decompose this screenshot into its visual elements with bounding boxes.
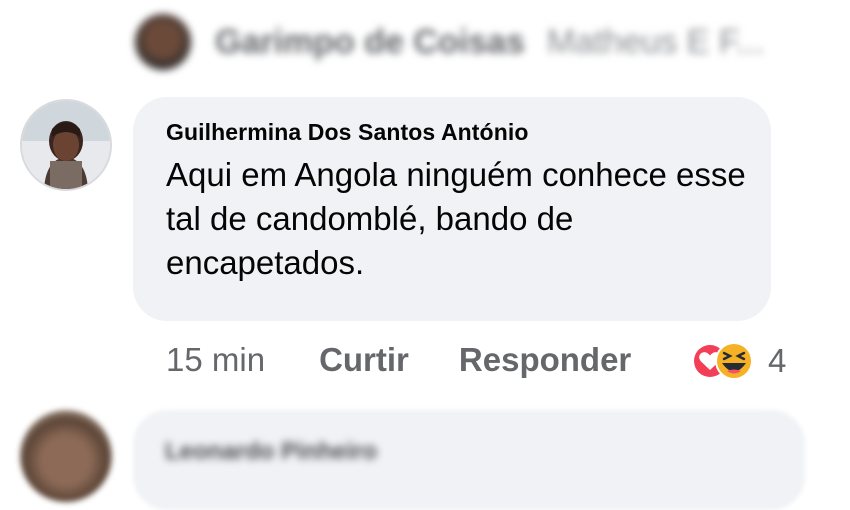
- like-button[interactable]: Curtir: [319, 341, 409, 379]
- reply-button[interactable]: Responder: [459, 341, 631, 379]
- previous-comment-avatar[interactable]: [135, 14, 191, 70]
- reaction-icons: [692, 342, 753, 380]
- previous-comment-row: Garimpo de Coisas Matheus E F...: [135, 10, 764, 74]
- next-comment-author[interactable]: Leonardo Pinheiro: [165, 438, 377, 466]
- comment-text: Aqui em Angola ninguém conhece esse tal …: [166, 156, 746, 281]
- comment-timestamp[interactable]: 15 min: [166, 341, 265, 379]
- previous-comment-author[interactable]: Garimpo de Coisas: [215, 23, 525, 62]
- haha-reaction-icon: [715, 342, 753, 380]
- comment-bubble: Guilhermina Dos Santos António Aqui em A…: [133, 97, 771, 321]
- commenter-avatar[interactable]: [20, 99, 112, 191]
- reactions-summary[interactable]: 4: [690, 340, 786, 382]
- reaction-count: 4: [768, 342, 787, 379]
- previous-comment-reply-to: Matheus E F...: [546, 22, 765, 61]
- avatar-photo: [22, 101, 110, 189]
- next-comment-avatar[interactable]: [20, 410, 112, 502]
- comment-author[interactable]: Guilhermina Dos Santos António: [166, 117, 737, 147]
- comment-actions: 15 min Curtir Responder: [166, 334, 631, 386]
